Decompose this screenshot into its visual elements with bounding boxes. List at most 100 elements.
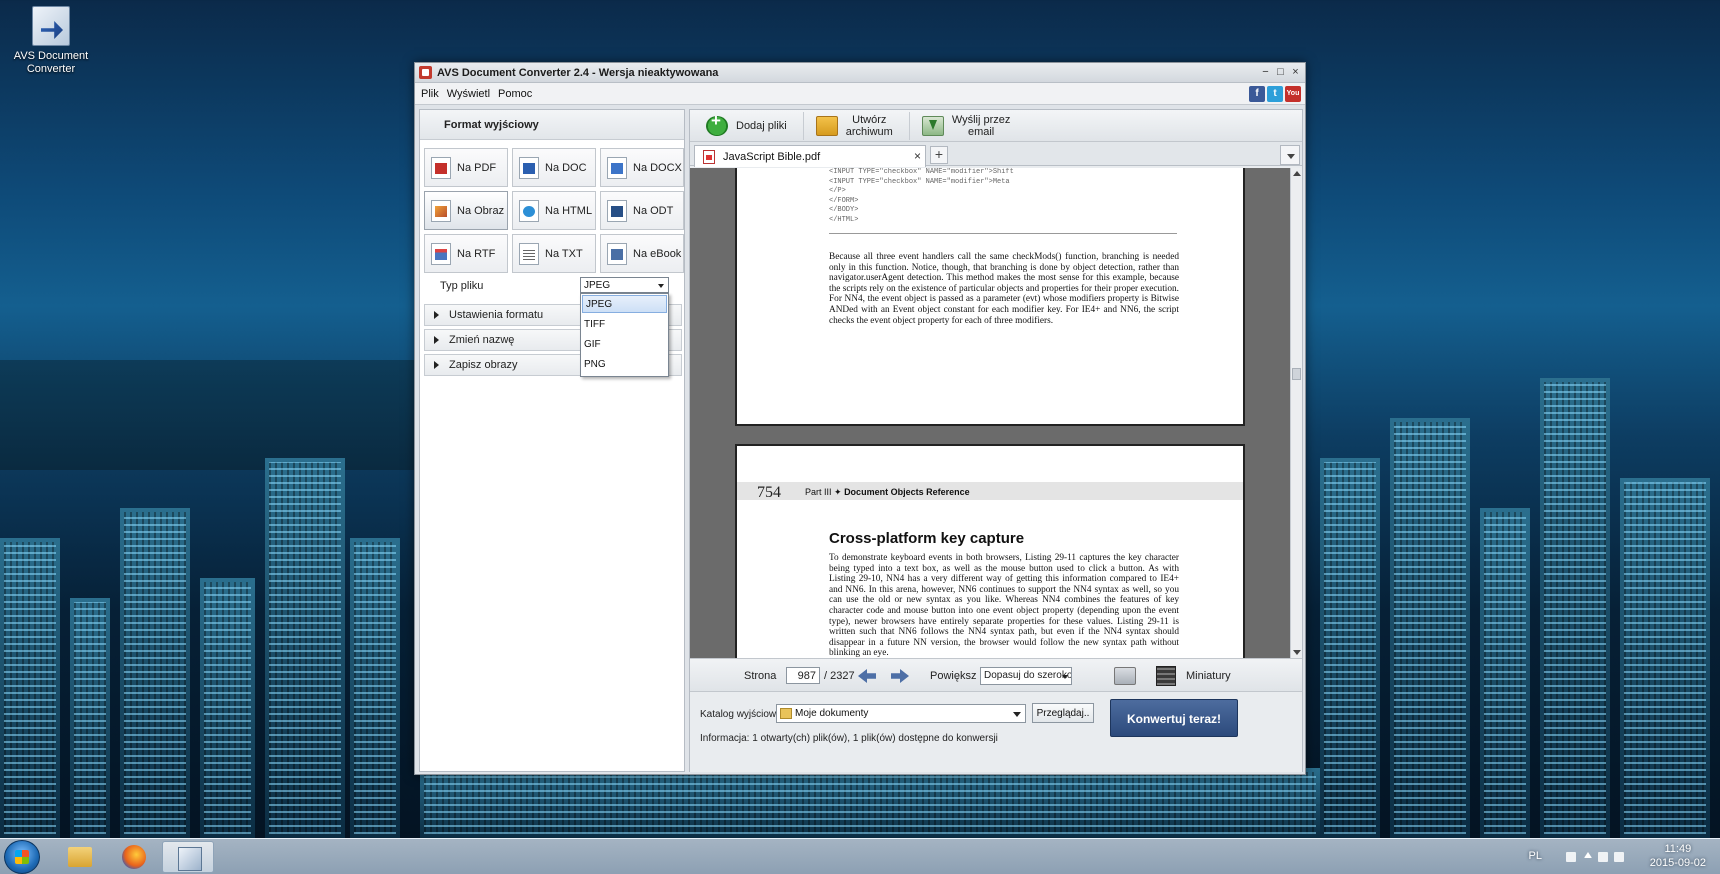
format-label: Na HTML bbox=[545, 204, 593, 217]
document-viewer[interactable]: <INPUT TYPE="checkbox" NAME="modifier">S… bbox=[690, 168, 1302, 658]
start-button[interactable] bbox=[4, 840, 40, 874]
facebook-icon[interactable]: f bbox=[1249, 86, 1265, 102]
format-docx-button[interactable]: Na DOCX bbox=[600, 148, 684, 187]
send-email-label: Wyślij przez email bbox=[951, 113, 1011, 138]
page-label: Strona bbox=[744, 670, 777, 682]
scroll-down-icon[interactable] bbox=[1293, 650, 1301, 655]
taskbar-avs-icon[interactable] bbox=[162, 841, 214, 873]
browse-button[interactable]: Przeglądaj.. bbox=[1032, 703, 1094, 723]
section-label: Zapisz obrazy bbox=[449, 359, 518, 371]
format-txt-button[interactable]: Na TXT bbox=[512, 234, 596, 273]
format-label: Na PDF bbox=[457, 161, 497, 174]
add-icon bbox=[706, 115, 728, 136]
html-icon bbox=[519, 199, 539, 222]
document-area: Dodaj pliki Utwórzarchiwum Wyślij przeze… bbox=[689, 109, 1303, 772]
option-png[interactable]: PNG bbox=[581, 354, 668, 374]
window-title: AVS Document Converter 2.4 - Wersja niea… bbox=[437, 66, 719, 79]
format-rtf-button[interactable]: Na RTF bbox=[424, 234, 508, 273]
format-html-button[interactable]: Na HTML bbox=[512, 191, 596, 230]
desktop-icon-avs[interactable]: AVS Document Converter bbox=[8, 6, 94, 76]
page-navigation: Strona 987 / 2327 Powiększ Dopasuj do sz… bbox=[690, 658, 1302, 692]
output-folder-select[interactable]: Moje dokumenty bbox=[776, 704, 1026, 723]
running-header: Part III ✦ Document Objects Reference bbox=[805, 487, 970, 497]
create-archive-button[interactable]: Utwórz archiwum bbox=[815, 111, 910, 140]
menu-plik[interactable]: Plik bbox=[421, 88, 439, 100]
tab-list-button[interactable] bbox=[1280, 145, 1300, 165]
taskbar-firefox-icon[interactable] bbox=[108, 841, 160, 873]
tab-close-icon[interactable]: × bbox=[914, 149, 921, 163]
previous-page-icon[interactable] bbox=[858, 669, 876, 683]
word-icon bbox=[519, 156, 539, 179]
twitter-icon[interactable]: t bbox=[1267, 86, 1283, 102]
file-type-dropdown: JPEG TIFF GIF PNG bbox=[580, 293, 669, 377]
taskbar-explorer-icon[interactable] bbox=[54, 841, 106, 873]
zoom-label: Powiększ bbox=[930, 670, 977, 682]
send-email-button[interactable]: Wyślij przez email bbox=[921, 112, 1027, 140]
menu-bar: Plik Wyświetl Pomoc f t You bbox=[415, 83, 1305, 105]
next-page-icon[interactable] bbox=[891, 669, 909, 683]
toolbar: Dodaj pliki Utwórzarchiwum Wyślij przeze… bbox=[690, 110, 1302, 142]
document-tab[interactable]: JavaScript Bible.pdf × bbox=[694, 145, 926, 167]
format-pdf-button[interactable]: Na PDF bbox=[424, 148, 508, 187]
format-ebook-button[interactable]: Na eBook bbox=[600, 234, 684, 273]
network-icon[interactable] bbox=[1598, 852, 1608, 862]
maximize-button[interactable]: □ bbox=[1274, 66, 1287, 79]
clock[interactable]: 11:49 2015-09-02 bbox=[1650, 842, 1706, 870]
format-image-button[interactable]: Na Obraz bbox=[424, 191, 508, 230]
triangle-right-icon bbox=[434, 311, 439, 319]
page-total: / 2327 bbox=[824, 670, 855, 682]
format-label: Na eBook bbox=[633, 247, 682, 260]
info-text: Informacja: 1 otwarty(ch) plik(ów), 1 pl… bbox=[700, 733, 998, 744]
add-files-button[interactable]: Dodaj pliki bbox=[706, 111, 804, 140]
menu-pomoc[interactable]: Pomoc bbox=[498, 88, 532, 100]
output-panel: Katalog wyjściowy: Moje dokumenty Przegl… bbox=[690, 692, 1302, 772]
minimize-button[interactable]: − bbox=[1259, 66, 1272, 79]
keyboard-icon[interactable] bbox=[1566, 852, 1576, 862]
print-icon[interactable] bbox=[1114, 667, 1136, 685]
scroll-thumb[interactable] bbox=[1292, 368, 1301, 380]
system-tray: PL 11:49 2015-09-02 bbox=[1522, 839, 1712, 874]
menu-wyswietl[interactable]: Wyświetl bbox=[447, 88, 490, 100]
format-label: Na Obraz bbox=[457, 204, 505, 217]
option-jpeg[interactable]: JPEG bbox=[582, 295, 667, 313]
social-links: f t You bbox=[1249, 86, 1301, 102]
language-indicator[interactable]: PL bbox=[1529, 850, 1542, 862]
rtf-icon bbox=[431, 242, 451, 265]
scroll-up-icon[interactable] bbox=[1293, 171, 1301, 176]
section-label: Ustawienia formatu bbox=[449, 309, 544, 321]
triangle-right-icon bbox=[434, 336, 439, 344]
format-doc-button[interactable]: Na DOC bbox=[512, 148, 596, 187]
format-odt-button[interactable]: Na ODT bbox=[600, 191, 684, 230]
new-tab-button[interactable]: + bbox=[930, 146, 948, 164]
output-folder-value: Moje dokumenty bbox=[795, 708, 869, 719]
odt-icon bbox=[607, 199, 627, 222]
vertical-scrollbar[interactable] bbox=[1290, 168, 1302, 658]
format-label: Na DOCX bbox=[633, 161, 682, 174]
clock-time: 11:49 bbox=[1664, 843, 1692, 855]
youtube-icon[interactable]: You bbox=[1285, 86, 1301, 102]
volume-icon[interactable] bbox=[1614, 852, 1624, 862]
format-label: Na DOC bbox=[545, 161, 587, 174]
page-number-input[interactable]: 987 bbox=[786, 667, 820, 684]
section-heading: Cross-platform key capture bbox=[829, 530, 1025, 547]
word-icon bbox=[607, 156, 627, 179]
output-folder-label: Katalog wyjściowy: bbox=[700, 709, 784, 720]
convert-now-button[interactable]: Konwertuj teraz! bbox=[1110, 699, 1238, 737]
file-type-value: JPEG bbox=[584, 280, 611, 291]
format-label: Na TXT bbox=[545, 247, 583, 260]
add-files-label: Dodaj pliki bbox=[736, 119, 787, 132]
thumbnails-icon[interactable] bbox=[1156, 666, 1176, 686]
title-bar[interactable]: AVS Document Converter 2.4 - Wersja niea… bbox=[415, 63, 1305, 83]
avs-app-icon bbox=[32, 6, 70, 46]
thumbnails-label[interactable]: Miniatury bbox=[1186, 670, 1231, 682]
zoom-select[interactable]: Dopasuj do szeroko bbox=[980, 667, 1072, 685]
close-button[interactable]: × bbox=[1289, 66, 1302, 79]
file-type-select[interactable]: JPEG bbox=[580, 277, 669, 293]
ebook-icon bbox=[607, 242, 627, 265]
image-icon bbox=[431, 199, 451, 222]
show-hidden-icons-icon[interactable] bbox=[1584, 852, 1592, 858]
option-tiff[interactable]: TIFF bbox=[581, 314, 668, 334]
create-archive-label: Utwórz archiwum bbox=[845, 113, 893, 138]
folder-icon bbox=[780, 708, 792, 719]
option-gif[interactable]: GIF bbox=[581, 334, 668, 354]
